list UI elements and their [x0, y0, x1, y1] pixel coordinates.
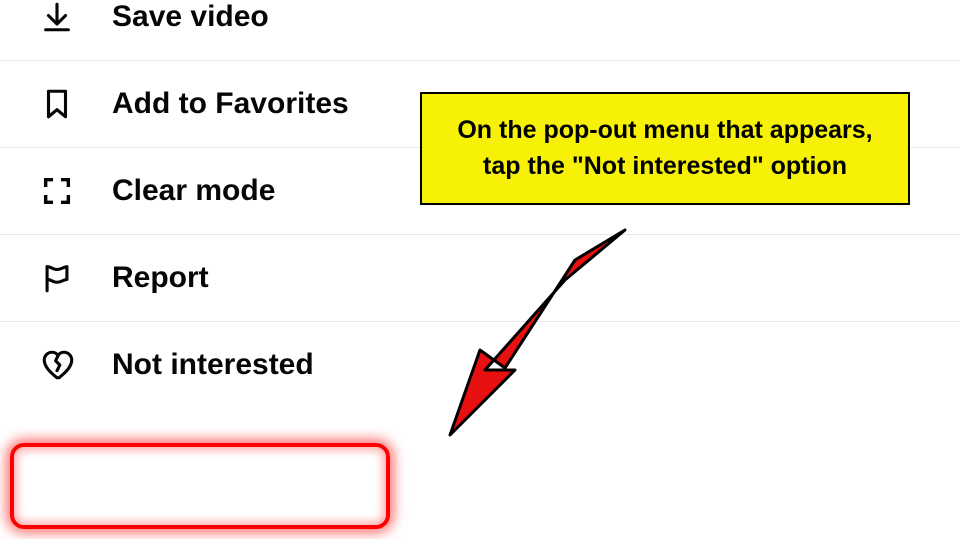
- instruction-callout: On the pop-out menu that appears, tap th…: [420, 92, 910, 205]
- download-icon: [40, 0, 88, 34]
- callout-text: On the pop-out menu that appears, tap th…: [457, 116, 872, 180]
- menu-item-label: Clear mode: [112, 174, 275, 208]
- bookmark-icon: [40, 87, 88, 121]
- highlight-box: [10, 443, 390, 529]
- menu-item-label: Add to Favorites: [112, 87, 349, 121]
- heart-broken-icon: [40, 348, 88, 382]
- menu-item-report[interactable]: Report: [0, 235, 960, 322]
- menu-item-label: Report: [112, 261, 209, 295]
- menu-item-label: Not interested: [112, 348, 314, 382]
- flag-icon: [40, 261, 88, 295]
- fullscreen-icon: [40, 174, 88, 208]
- menu-item-not-interested[interactable]: Not interested: [0, 322, 960, 408]
- menu-item-label: Save video: [112, 0, 269, 34]
- menu-item-save-video[interactable]: Save video: [0, 0, 960, 61]
